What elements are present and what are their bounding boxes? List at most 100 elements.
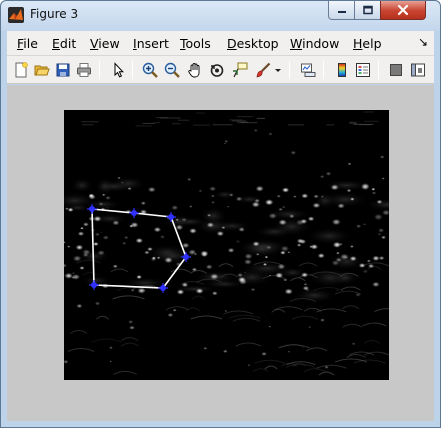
bright-speckle [350, 197, 355, 201]
bright-speckle [360, 184, 370, 191]
bright-speckle [346, 188, 352, 193]
menu-file[interactable]: File [17, 36, 38, 51]
dim-speckle [198, 189, 203, 193]
bright-speckle [284, 288, 293, 295]
link-plot-icon [301, 63, 316, 77]
maximize-button[interactable] [354, 1, 381, 20]
data-cursor-icon [233, 62, 248, 78]
dim-speckle [303, 283, 308, 286]
menu-tools[interactable]: Tools [180, 36, 211, 51]
image-axes[interactable] [64, 110, 389, 380]
figure-canvas[interactable] [7, 85, 434, 421]
dim-speckle [244, 271, 247, 274]
dim-speckle [222, 349, 228, 353]
dim-speckle [362, 269, 369, 274]
brush-button[interactable] [254, 61, 272, 79]
bright-speckle [255, 253, 260, 256]
edit-plot-button[interactable] [109, 61, 127, 79]
dim-speckle [224, 139, 229, 143]
bright-speckle [153, 226, 162, 233]
dim-speckle [228, 193, 234, 197]
bright-speckle [137, 287, 146, 294]
insert-legend-button[interactable] [354, 61, 372, 79]
zoom-out-button[interactable] [163, 61, 181, 79]
pan-hand-icon [188, 63, 200, 78]
zoom-in-button[interactable] [141, 61, 159, 79]
bright-speckle [378, 256, 385, 261]
bright-speckle [80, 226, 84, 230]
insert-colorbar-button[interactable] [333, 61, 351, 79]
bright-speckle [79, 266, 85, 270]
bright-speckle [156, 256, 161, 260]
link-plot-button[interactable] [299, 61, 317, 79]
menu-view[interactable]: View [90, 36, 120, 51]
brush-dropdown-button[interactable] [273, 61, 283, 79]
bright-speckle [264, 255, 269, 259]
save-button[interactable] [54, 61, 72, 79]
print-button[interactable] [75, 61, 93, 79]
menu-help[interactable]: Help [353, 36, 382, 51]
menu-window[interactable]: Window [290, 36, 339, 51]
minimize-button[interactable] [328, 1, 355, 20]
dim-speckle [253, 129, 258, 132]
bright-speckle [105, 195, 111, 200]
toolbar-separator [289, 61, 290, 79]
bright-speckle [200, 250, 209, 257]
menu-dock-arrow-icon[interactable]: ↘ [418, 35, 428, 49]
dim-speckle [167, 312, 174, 318]
save-icon [56, 63, 70, 77]
tissue-haze [304, 227, 354, 245]
bright-speckle [287, 251, 291, 254]
title-bar[interactable]: Figure 3 [1, 1, 440, 31]
dim-speckle [247, 364, 251, 366]
bright-speckle [268, 212, 278, 219]
bright-speckle [277, 263, 286, 270]
data-cursor-button[interactable] [231, 61, 249, 79]
hide-plot-tools-button[interactable] [387, 61, 405, 79]
bright-speckle [355, 224, 362, 229]
bright-speckle [64, 272, 73, 279]
close-button[interactable] [380, 1, 426, 20]
dim-speckle [324, 365, 329, 369]
bright-speckle [372, 255, 380, 261]
open-file-icon [34, 65, 50, 76]
bright-speckle [276, 194, 281, 198]
bright-speckle [373, 213, 383, 221]
menu-insert[interactable]: Insert [133, 36, 169, 51]
open-file-button[interactable] [33, 61, 51, 79]
pan-button[interactable] [186, 61, 204, 79]
new-figure-button[interactable] [12, 61, 30, 79]
bright-speckle [317, 253, 325, 259]
bright-speckle [349, 256, 357, 262]
menu-desktop[interactable]: Desktop [227, 36, 279, 51]
bright-speckle [278, 219, 287, 226]
dim-speckle [379, 155, 385, 159]
bright-speckle [281, 187, 290, 193]
dim-speckle [268, 274, 272, 277]
menu-edit[interactable]: Edit [52, 36, 76, 51]
dim-speckle [71, 272, 76, 275]
bright-speckle [372, 281, 380, 288]
tissue-haze [254, 225, 294, 238]
bright-speckle [331, 260, 340, 266]
rotate-3d-button[interactable] [208, 61, 226, 79]
dim-speckle [319, 175, 325, 179]
bright-speckle [67, 207, 74, 212]
dim-speckle [124, 236, 129, 240]
bright-speckle [307, 216, 315, 222]
show-plot-tools-button[interactable] [409, 61, 427, 79]
bright-speckle [112, 264, 118, 269]
bright-speckle [189, 205, 193, 208]
ultrasound-image[interactable] [64, 110, 389, 380]
dim-speckle [211, 200, 216, 204]
dim-speckle [381, 177, 385, 180]
dim-speckle [203, 346, 208, 350]
bright-speckle [82, 249, 91, 256]
bright-speckle [337, 203, 345, 209]
maximize-icon [362, 5, 373, 15]
toolbar-separator [132, 61, 133, 79]
dim-speckle [226, 205, 230, 208]
bright-speckle [147, 186, 156, 193]
bright-speckle [88, 193, 95, 198]
dim-speckle [304, 288, 310, 292]
